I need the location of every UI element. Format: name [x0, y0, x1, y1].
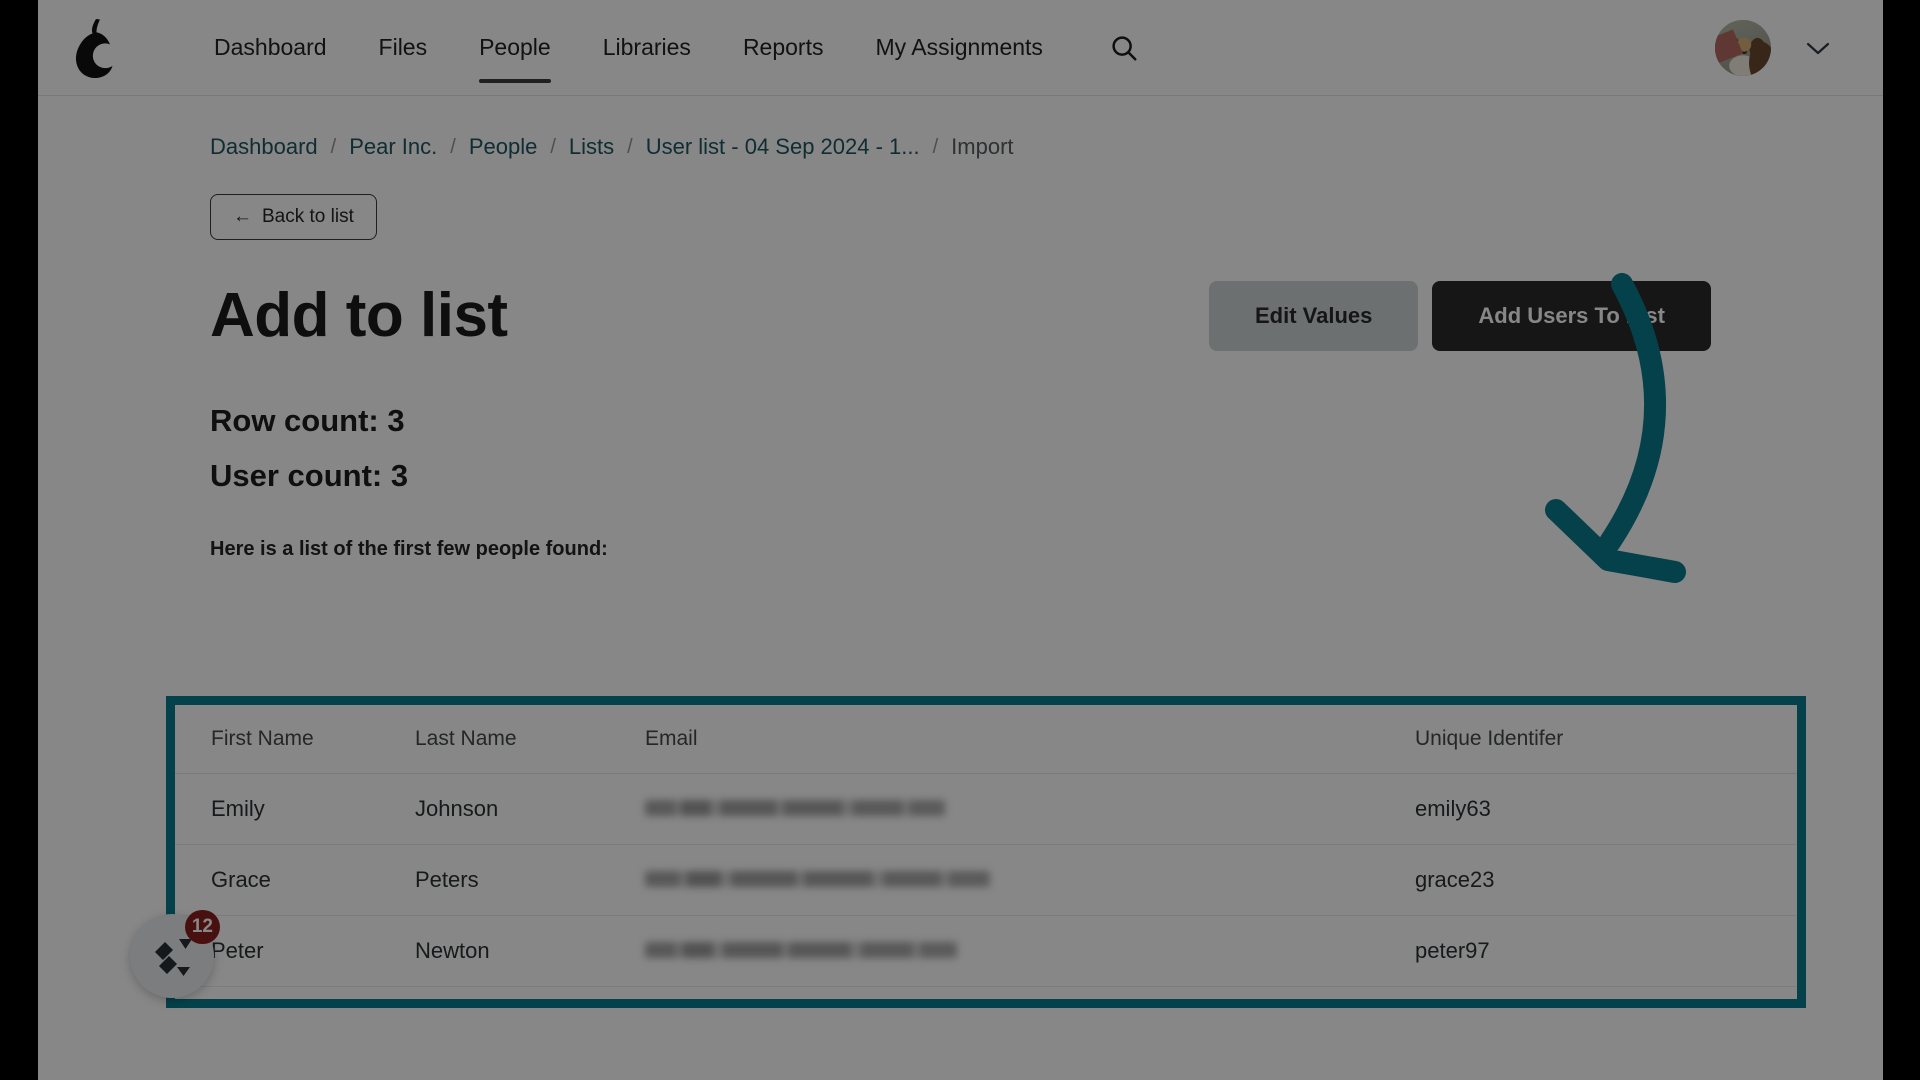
chevron-down-icon	[1806, 42, 1830, 54]
nav-label: Files	[378, 34, 428, 60]
column-header-email: Email	[645, 705, 1415, 774]
nav-link-reports[interactable]: Reports	[717, 26, 850, 69]
nav-label: My Assignments	[875, 34, 1043, 60]
column-header-unique-identifier: Unique Identifer	[1415, 705, 1797, 774]
breadcrumb-item-dashboard[interactable]: Dashboard	[210, 134, 318, 160]
nav-label: Libraries	[602, 34, 691, 60]
cell-last-name: Johnson	[415, 773, 645, 845]
search-button[interactable]	[1105, 29, 1143, 67]
cell-email-redacted	[645, 915, 1415, 987]
page-header-actions: Edit Values Add Users To List	[1208, 280, 1711, 351]
nav-link-libraries[interactable]: Libraries	[577, 26, 717, 69]
row-count-text: Row count: 3	[210, 403, 405, 438]
cell-unique-identifier: grace23	[1415, 844, 1797, 916]
breadcrumb-item-people[interactable]: People	[469, 134, 538, 160]
breadcrumb-item-pear-inc[interactable]: Pear Inc.	[349, 134, 437, 160]
avatar[interactable]	[1715, 19, 1771, 76]
page-title: Add to list	[210, 281, 508, 350]
cell-unique-identifier: emily63	[1415, 773, 1797, 845]
edit-values-button[interactable]: Edit Values	[1208, 280, 1419, 351]
people-found-label: Here is a list of the first few people f…	[210, 538, 608, 560]
table-row: Emily Johnson emily63	[175, 773, 1797, 845]
application-window: Dashboard Files People Libraries Reports…	[38, 0, 1883, 1080]
table-body: Emily Johnson emily63 Grace Peters grace…	[175, 773, 1797, 987]
breadcrumb-item-user-list[interactable]: User list - 04 Sep 2024 - 1...	[646, 134, 920, 160]
nav-link-dashboard[interactable]: Dashboard	[188, 26, 353, 69]
cell-first-name: Emily	[175, 773, 415, 845]
back-to-list-button[interactable]: ← Back to list	[210, 194, 377, 240]
redacted-email-bar	[645, 942, 957, 958]
content-container: Dashboard / Pear Inc. / People / Lists /…	[38, 96, 1883, 561]
counts-block: Row count: 3 User count: 3	[210, 403, 1711, 494]
nav-link-my-assignments[interactable]: My Assignments	[849, 26, 1068, 69]
cell-first-name: Grace	[175, 844, 415, 916]
nav-label: People	[479, 34, 551, 60]
screen: Dashboard Files People Libraries Reports…	[0, 0, 1920, 1080]
top-navigation-bar: Dashboard Files People Libraries Reports…	[38, 0, 1883, 96]
breadcrumb-item-import: Import	[951, 134, 1014, 159]
preview-table-highlight: First Name Last Name Email Unique Identi…	[166, 696, 1806, 1008]
cell-email-redacted	[645, 773, 1415, 845]
redacted-email-bar	[645, 871, 990, 887]
redacted-email-bar	[645, 800, 945, 816]
column-header-last-name: Last Name	[415, 705, 645, 774]
back-to-list-label: Back to list	[262, 206, 354, 227]
breadcrumb-item-lists[interactable]: Lists	[569, 134, 614, 160]
breadcrumb-separator: /	[627, 135, 633, 158]
nav-label: Reports	[742, 34, 824, 60]
add-users-to-list-button[interactable]: Add Users To List	[1432, 280, 1711, 351]
cell-email-redacted	[645, 844, 1415, 916]
breadcrumb-separator: /	[450, 135, 456, 158]
account-menu-button[interactable]	[1805, 40, 1831, 56]
cell-last-name: Newton	[415, 915, 645, 987]
avatar-photo-tail	[1749, 41, 1771, 76]
user-count-text: User count: 3	[210, 458, 409, 493]
breadcrumb-separator: /	[330, 135, 337, 158]
breadcrumb-separator: /	[932, 135, 939, 158]
table-row: Grace Peters grace23	[175, 844, 1797, 916]
help-chat-widget-button[interactable]: 12	[130, 910, 220, 998]
primary-nav-links: Dashboard Files People Libraries Reports…	[188, 26, 1069, 83]
nav-link-files[interactable]: Files	[353, 26, 454, 69]
page-content: Dashboard / Pear Inc. / People / Lists /…	[38, 96, 1883, 1080]
app-logo[interactable]	[38, 16, 148, 80]
table-header-row: First Name Last Name Email Unique Identi…	[175, 705, 1797, 774]
nav-right-cluster	[1715, 19, 1831, 76]
people-preview-table: First Name Last Name Email Unique Identi…	[175, 705, 1797, 987]
pear-logo-icon	[75, 18, 113, 78]
nav-label: Dashboard	[214, 34, 327, 60]
back-arrow-icon: ←	[233, 206, 252, 227]
table-head: First Name Last Name Email Unique Identi…	[175, 705, 1797, 774]
cell-last-name: Peters	[415, 844, 645, 916]
column-header-first-name: First Name	[175, 705, 415, 774]
cell-unique-identifier: peter97	[1415, 915, 1797, 987]
page-header-row: Add to list Edit Values Add Users To Lis…	[210, 280, 1711, 351]
table-row: Peter Newton peter97	[175, 915, 1797, 987]
breadcrumb: Dashboard / Pear Inc. / People / Lists /…	[210, 96, 1711, 160]
help-widget-badge: 12	[184, 910, 220, 944]
nav-link-people[interactable]: People	[453, 26, 577, 83]
search-icon	[1112, 35, 1137, 60]
breadcrumb-separator: /	[550, 135, 556, 158]
